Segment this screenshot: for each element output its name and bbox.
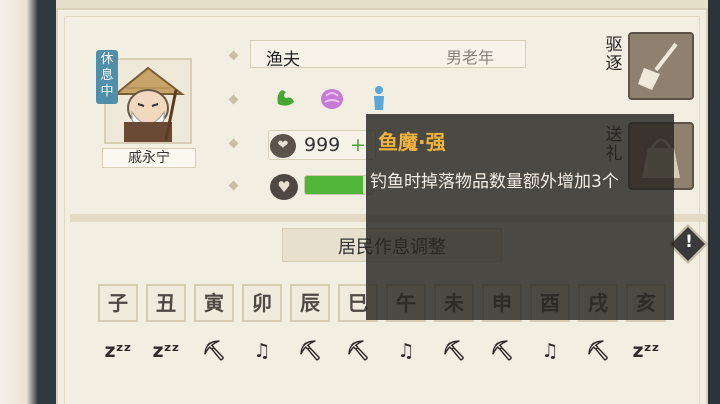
tooltip-title: 鱼魔·强 (378, 130, 446, 154)
health-bar-fill (305, 176, 363, 194)
info-icon: ! (685, 232, 693, 252)
activity-leisure-icon[interactable]: ♫ (530, 332, 570, 370)
background-strip (0, 0, 38, 404)
activity-sleep-icon[interactable]: zᶻᶻ (98, 332, 138, 370)
coin-value: 999 (304, 134, 341, 156)
hour-cell[interactable]: 丑 (146, 284, 186, 322)
muscle-trait-icon[interactable] (272, 84, 298, 110)
activity-work-icon[interactable]: ⛏ (482, 332, 522, 370)
hour-cell[interactable]: 寅 (194, 284, 234, 322)
hour-cell[interactable]: 子 (98, 284, 138, 322)
hour-cell[interactable]: 卯 (242, 284, 282, 322)
gender-age-label: 男老年 (446, 48, 495, 67)
coin-plus[interactable]: + (350, 134, 366, 156)
heart-icon: ♥ (270, 174, 298, 200)
activity-leisure-icon[interactable]: ♫ (386, 332, 426, 370)
activity-work-icon[interactable]: ⛏ (290, 332, 330, 370)
brain-trait-icon[interactable] (318, 84, 344, 110)
activity-work-icon[interactable]: ⛏ (434, 332, 474, 370)
tooltip-description: 钓鱼时掉落物品数量额外增加3个 (370, 172, 619, 192)
hour-cell[interactable]: 辰 (290, 284, 330, 322)
rest-status-badge: 休息中 (96, 50, 118, 104)
activity-work-icon[interactable]: ⛏ (338, 332, 378, 370)
activity-work-icon[interactable]: ⛏ (194, 332, 234, 370)
resident-name: 戚永宁 (102, 148, 196, 168)
activity-sleep-icon[interactable]: zᶻᶻ (626, 332, 666, 370)
activity-leisure-icon[interactable]: ♫ (242, 332, 282, 370)
coin-icon: ❤ (270, 134, 296, 158)
job-name: 渔夫 (266, 50, 300, 70)
broom-icon (630, 34, 692, 98)
figure-trait-icon[interactable] (366, 84, 392, 110)
expel-button[interactable] (628, 32, 694, 100)
activity-work-icon[interactable]: ⛏ (578, 332, 618, 370)
health-bar (304, 175, 374, 195)
fisherman-portrait-icon (106, 60, 190, 142)
activity-sleep-icon[interactable]: zᶻᶻ (146, 332, 186, 370)
expel-label: 驱逐 (605, 35, 623, 74)
